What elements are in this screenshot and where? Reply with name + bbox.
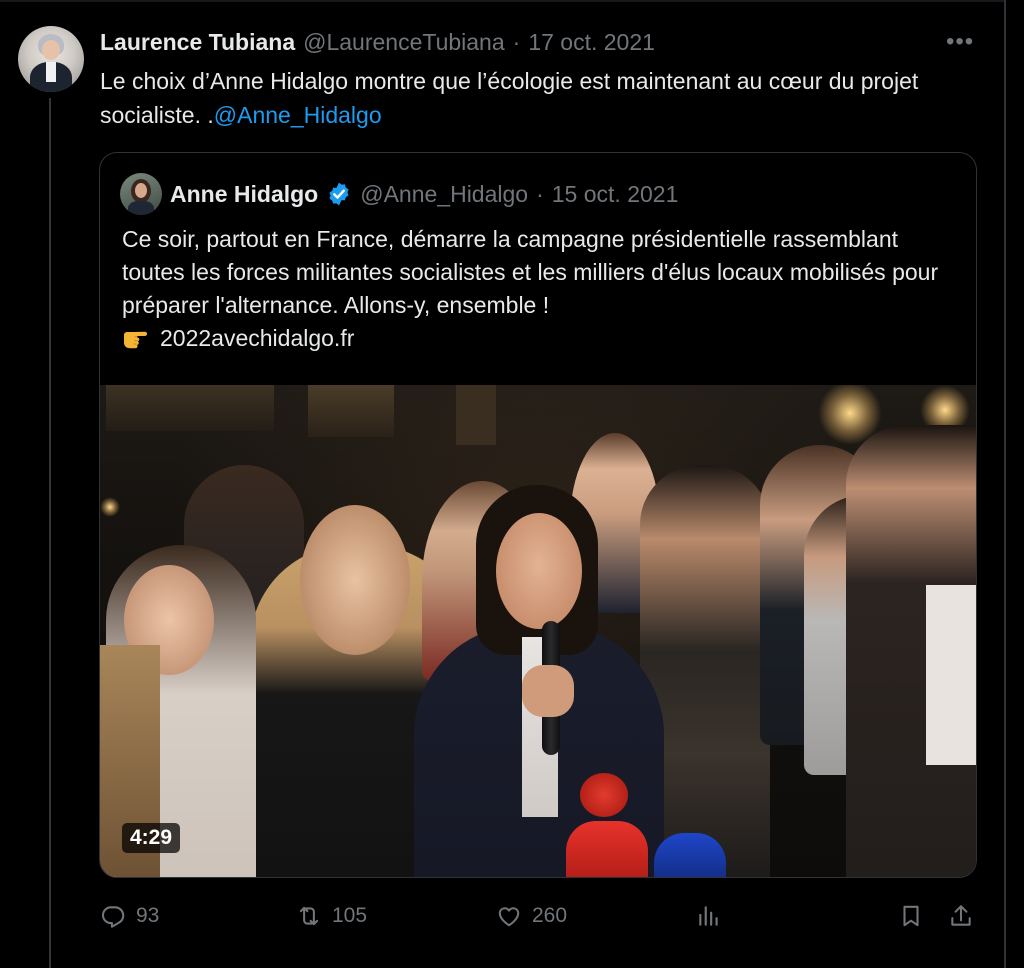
- video-press-microphone: [566, 821, 648, 877]
- video-duration-badge: 4:29: [122, 823, 181, 853]
- reply-count: 93: [136, 904, 160, 927]
- author-name[interactable]: Laurence Tubiana: [100, 29, 295, 56]
- header-separator: ·: [512, 28, 521, 55]
- author-handle[interactable]: @LaurenceTubiana: [303, 29, 505, 56]
- avatar-face: [42, 40, 60, 60]
- video-background-window: [106, 385, 274, 431]
- video-background-window: [308, 385, 394, 437]
- views-button[interactable]: [696, 898, 732, 934]
- retweet-icon: [299, 906, 319, 926]
- quoted-tweet-date[interactable]: 15 oct. 2021: [552, 181, 679, 208]
- like-count: 260: [532, 904, 568, 927]
- video-speaker-face: [496, 513, 582, 629]
- top-border: [0, 0, 1006, 2]
- quoted-tweet-text: Ce soir, partout en France, démarre la c…: [122, 223, 962, 355]
- mention-link[interactable]: @Anne_Hidalgo: [214, 102, 382, 128]
- tweet-text: Le choix d’Anne Hidalgo montre que l’éco…: [100, 64, 980, 132]
- bookmark-button[interactable]: [898, 898, 934, 934]
- more-options-icon[interactable]: •••: [946, 28, 974, 56]
- backhand-pointing-right-icon: [124, 331, 148, 349]
- tweet-actions-bar: 93 105 260: [100, 898, 980, 934]
- video-rose: [580, 773, 628, 817]
- quoted-tweet-header: Anne Hidalgo @Anne_Hidalgo · 15 oct. 202…: [170, 179, 678, 209]
- quoted-author-name[interactable]: Anne Hidalgo: [170, 181, 318, 208]
- quoted-author-handle[interactable]: @Anne_Hidalgo: [360, 181, 528, 208]
- retweet-count: 105: [332, 904, 368, 927]
- quoted-avatar-face: [135, 183, 147, 198]
- author-avatar[interactable]: [18, 26, 84, 92]
- verified-badge-icon: [329, 182, 349, 206]
- video-background-light: [100, 497, 120, 517]
- share-icon: [951, 905, 971, 926]
- avatar-scarf: [46, 62, 56, 82]
- bookmark-icon: [903, 905, 919, 927]
- quoted-tweet-card[interactable]: Anne Hidalgo @Anne_Hidalgo · 15 oct. 202…: [99, 152, 977, 878]
- campaign-link[interactable]: 2022avechidalgo.fr: [160, 325, 354, 351]
- video-background-window: [456, 385, 496, 445]
- views-icon: [699, 906, 718, 926]
- like-button[interactable]: 260: [496, 898, 567, 934]
- video-speaker-hand: [522, 665, 574, 717]
- tweet-header: Laurence Tubiana @LaurenceTubiana · 17 o…: [100, 28, 655, 56]
- quoted-author-avatar[interactable]: [120, 173, 162, 215]
- tweet-date[interactable]: 17 oct. 2021: [528, 29, 655, 56]
- quoted-header-separator: ·: [536, 180, 544, 207]
- video-thumbnail[interactable]: 4:29: [100, 385, 976, 877]
- video-person: [300, 505, 410, 655]
- quoted-avatar-body: [128, 201, 154, 215]
- reply-button[interactable]: 93: [100, 898, 159, 934]
- thread-connector-line: [49, 98, 51, 968]
- reply-icon: [102, 906, 125, 928]
- video-person-shirt: [926, 585, 976, 765]
- column-border: [1004, 0, 1006, 968]
- share-button[interactable]: [948, 898, 984, 934]
- retweet-button[interactable]: 105: [296, 898, 367, 934]
- like-icon: [498, 907, 520, 927]
- video-press-microphone: [654, 833, 726, 877]
- quoted-tweet-body: Ce soir, partout en France, démarre la c…: [122, 226, 939, 318]
